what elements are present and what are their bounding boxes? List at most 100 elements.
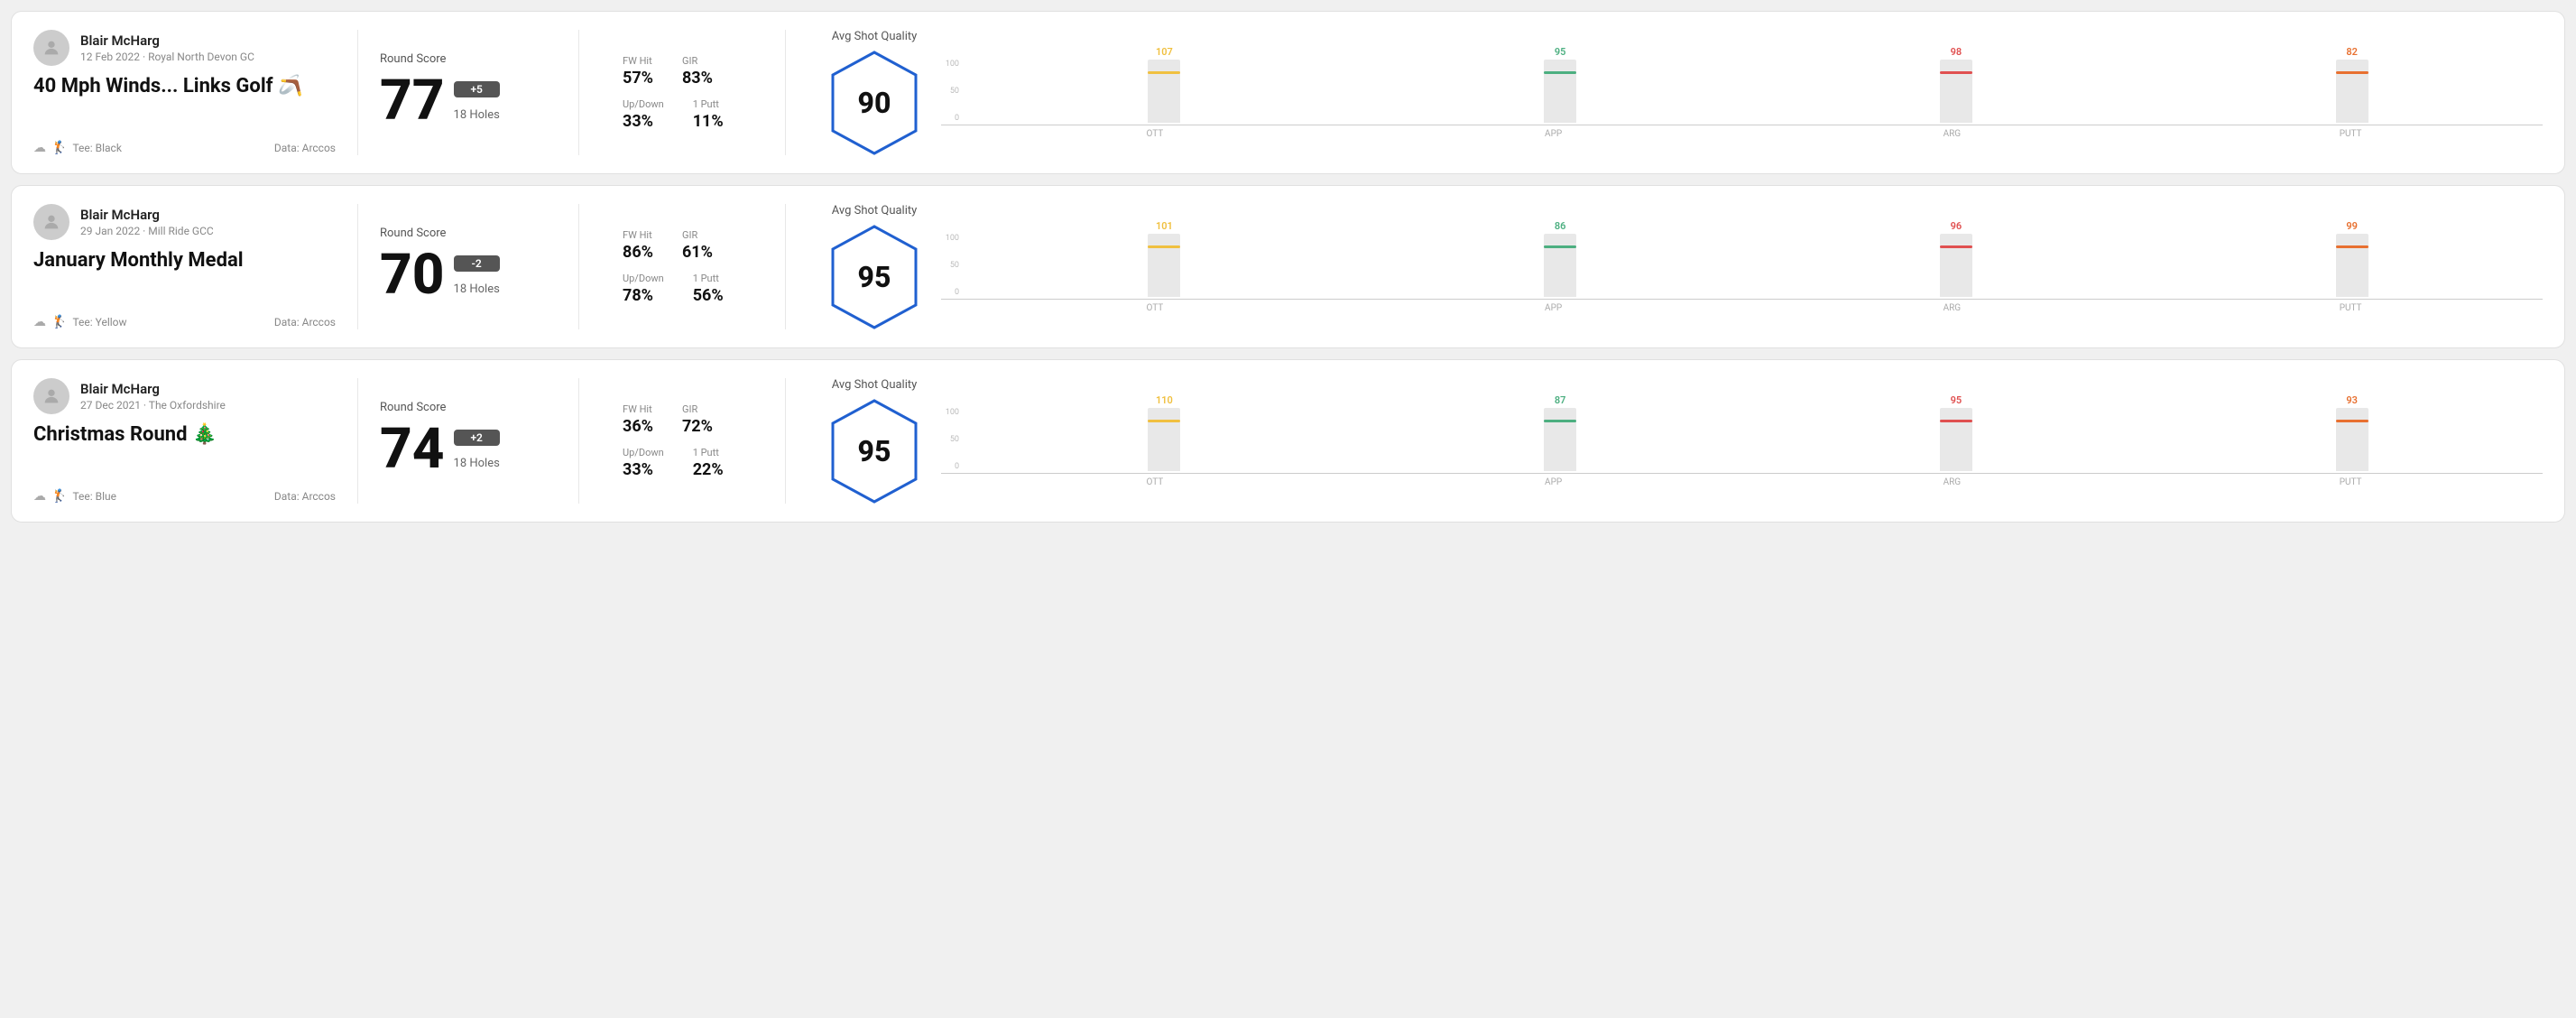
hexagon-score: 90 <box>858 86 891 120</box>
gir-stat: GIR 72% <box>682 403 713 436</box>
player-date: 29 Jan 2022 · Mill Ride GCC <box>80 225 214 237</box>
stats-row-bottom: Up/Down 78% 1 Putt 56% <box>623 273 742 305</box>
bar-column: 95 <box>1370 46 1751 123</box>
gir-label: GIR <box>682 229 713 241</box>
weather-icon: ☁ <box>33 315 46 329</box>
score-badge: -2 <box>454 255 500 272</box>
fw-hit-value: 57% <box>623 69 653 88</box>
round-score-label: Round Score <box>380 401 535 414</box>
round-score-label: Round Score <box>380 52 535 66</box>
weather-icon: ☁ <box>33 141 46 155</box>
stats-section: FW Hit 57% GIR 83% Up/Down 33% 1 Putt 11… <box>601 30 763 155</box>
bar-chart-area: 100 50 0 107 95 98 82 <box>941 46 2543 139</box>
tee-info: ☁ 🏌 Tee: Black <box>33 141 122 155</box>
hexagon-container: 95 <box>829 225 919 329</box>
updown-value: 33% <box>623 460 664 479</box>
score-holes: 18 Holes <box>454 457 500 470</box>
gir-value: 61% <box>682 243 713 262</box>
one-putt-stat: 1 Putt 11% <box>693 98 724 131</box>
stats-row-top: FW Hit 57% GIR 83% <box>623 55 742 88</box>
updown-stat: Up/Down 78% <box>623 273 664 305</box>
shot-quality-section: Avg Shot Quality 95 100 50 0 101 86 9 <box>808 204 2543 329</box>
divider <box>578 204 579 329</box>
divider-2 <box>785 378 786 504</box>
hexagon-container: 95 <box>829 399 919 504</box>
bar-value: 82 <box>2346 46 2358 58</box>
avatar <box>33 30 69 66</box>
round-card: Blair McHarg 12 Feb 2022 · Royal North D… <box>11 11 2565 174</box>
score-number: 74 <box>380 421 445 477</box>
round-score-section: Round Score 77 +5 18 Holes <box>358 30 557 155</box>
shot-quality-left: Avg Shot Quality 95 <box>829 204 919 329</box>
bar-column: 96 <box>1766 220 2147 297</box>
hexagon-container: 90 <box>829 51 919 155</box>
score-row: 77 +5 18 Holes <box>380 73 535 129</box>
avatar <box>33 378 69 414</box>
shot-quality-section: Avg Shot Quality 95 100 50 0 110 87 9 <box>808 378 2543 504</box>
updown-stat: Up/Down 33% <box>623 447 664 479</box>
axis-label: ARG <box>1760 129 2145 139</box>
shot-quality-left: Avg Shot Quality 95 <box>829 378 919 504</box>
round-card: Blair McHarg 27 Dec 2021 · The Oxfordshi… <box>11 359 2565 523</box>
bag-icon: 🏌 <box>51 141 67 155</box>
bar-column: 110 <box>974 394 1355 471</box>
bar-value: 110 <box>1156 394 1173 406</box>
axis-label: OTT <box>963 303 1347 313</box>
updown-value: 33% <box>623 112 664 131</box>
shot-quality-section: Avg Shot Quality 90 100 50 0 107 95 9 <box>808 30 2543 155</box>
player-info: Blair McHarg 27 Dec 2021 · The Oxfordshi… <box>80 381 226 412</box>
card-left-section: Blair McHarg 27 Dec 2021 · The Oxfordshi… <box>33 378 358 504</box>
player-date: 27 Dec 2021 · The Oxfordshire <box>80 399 226 412</box>
stats-row-top: FW Hit 36% GIR 72% <box>623 403 742 436</box>
one-putt-value: 11% <box>693 112 724 131</box>
bar-chart-area: 100 50 0 101 86 96 99 <box>941 220 2543 313</box>
bar-column: 101 <box>974 220 1355 297</box>
gir-label: GIR <box>682 55 713 67</box>
round-score-label: Round Score <box>380 227 535 240</box>
axis-label: OTT <box>963 129 1347 139</box>
bar-value: 95 <box>1951 394 1962 406</box>
bar-column: 107 <box>974 46 1355 123</box>
player-header: Blair McHarg 29 Jan 2022 · Mill Ride GCC <box>33 204 336 240</box>
bar-value: 93 <box>2346 394 2358 406</box>
player-header: Blair McHarg 12 Feb 2022 · Royal North D… <box>33 30 336 66</box>
bar-value: 99 <box>2346 220 2358 232</box>
bar-column: 86 <box>1370 220 1751 297</box>
data-source: Data: Arccos <box>274 142 336 154</box>
bar-value: 86 <box>1555 220 1566 232</box>
bar-value: 95 <box>1555 46 1566 58</box>
round-title: 40 Mph Winds... Links Golf 🪃 <box>33 75 336 97</box>
score-row: 70 -2 18 Holes <box>380 247 535 303</box>
updown-stat: Up/Down 33% <box>623 98 664 131</box>
score-number: 70 <box>380 247 445 303</box>
player-name: Blair McHarg <box>80 381 226 397</box>
player-name: Blair McHarg <box>80 32 254 49</box>
gir-stat: GIR 61% <box>682 229 713 262</box>
gir-label: GIR <box>682 403 713 415</box>
round-title: January Monthly Medal <box>33 249 336 272</box>
fw-hit-value: 36% <box>623 417 653 436</box>
axis-label: APP <box>1362 477 1746 487</box>
updown-label: Up/Down <box>623 273 664 284</box>
fw-hit-label: FW Hit <box>623 229 653 241</box>
round-card: Blair McHarg 29 Jan 2022 · Mill Ride GCC… <box>11 185 2565 348</box>
fw-hit-stat: FW Hit 57% <box>623 55 653 88</box>
avatar <box>33 204 69 240</box>
divider-2 <box>785 30 786 155</box>
tee-info: ☁ 🏌 Tee: Yellow <box>33 315 127 329</box>
gir-value: 72% <box>682 417 713 436</box>
stats-section: FW Hit 36% GIR 72% Up/Down 33% 1 Putt 22… <box>601 378 763 504</box>
card-footer: ☁ 🏌 Tee: Yellow Data: Arccos <box>33 315 336 329</box>
hexagon-score: 95 <box>858 260 891 294</box>
one-putt-label: 1 Putt <box>693 273 724 284</box>
fw-hit-value: 86% <box>623 243 653 262</box>
avg-shot-label: Avg Shot Quality <box>832 204 918 217</box>
tee-label: Tee: Black <box>72 142 121 154</box>
stats-row-top: FW Hit 86% GIR 61% <box>623 229 742 262</box>
axis-label: OTT <box>963 477 1347 487</box>
bar-value: 107 <box>1156 46 1173 58</box>
player-info: Blair McHarg 12 Feb 2022 · Royal North D… <box>80 32 254 63</box>
gir-stat: GIR 83% <box>682 55 713 88</box>
stats-section: FW Hit 86% GIR 61% Up/Down 78% 1 Putt 56… <box>601 204 763 329</box>
card-left-section: Blair McHarg 12 Feb 2022 · Royal North D… <box>33 30 358 155</box>
